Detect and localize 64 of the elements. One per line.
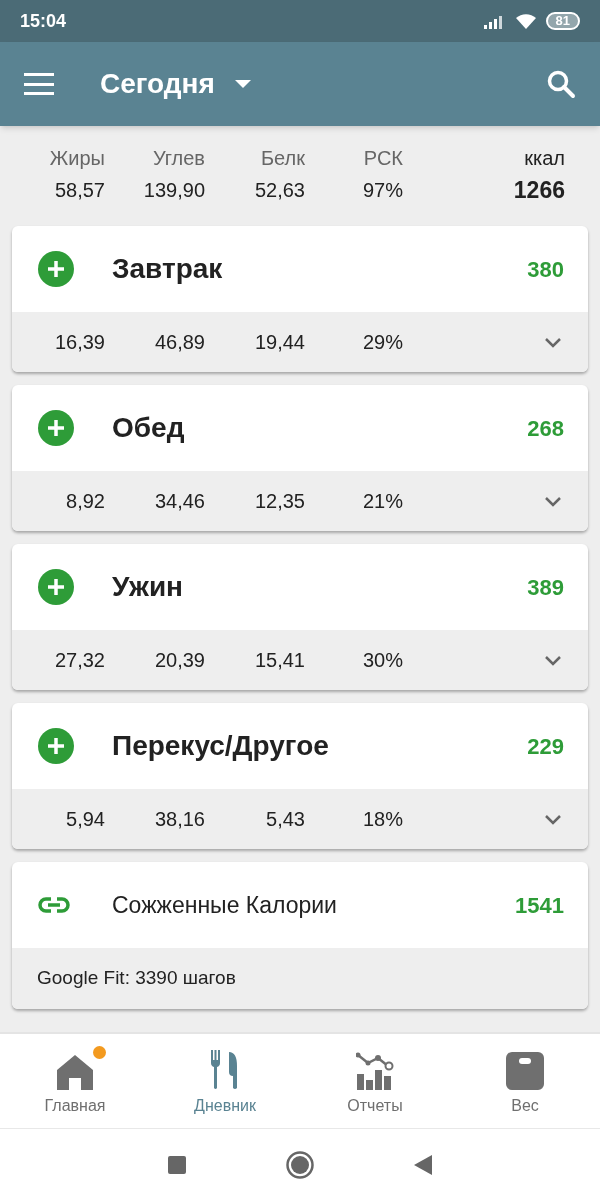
meal-calories: 268 (527, 414, 564, 443)
meal-name: Перекус/Другое (112, 729, 329, 763)
nav-tab[interactable]: Главная (0, 1034, 150, 1128)
macro-label: Жиры (49, 146, 105, 171)
macro-value: 5,43 (266, 807, 305, 832)
macro-label: Углев (152, 146, 205, 171)
nav-tab[interactable]: Отчеты (300, 1034, 450, 1128)
macro-value: 97% (362, 178, 403, 203)
macro-value: 19,44 (254, 330, 305, 355)
macro-value: 30% (362, 648, 403, 673)
macro-value: 12,35 (254, 489, 305, 514)
meal-calories: 380 (527, 255, 564, 284)
chevron-down-icon[interactable] (544, 654, 562, 666)
nav-tab[interactable]: Вес (450, 1034, 600, 1128)
macro-label: РСК (363, 146, 403, 171)
macro-value: 34,46 (154, 489, 205, 514)
macro-value: 20,39 (154, 648, 205, 673)
macro-value: 58,57 (54, 178, 105, 203)
meal-name: Обед (112, 411, 185, 445)
macro-value: 139,90 (143, 178, 205, 203)
macro-value: 5,94 (66, 807, 105, 832)
menu-icon[interactable] (24, 73, 56, 95)
wifi-icon (513, 12, 538, 30)
macro-value: 16,39 (54, 330, 105, 355)
macro-label: Белк (261, 146, 305, 171)
home-button-icon[interactable] (286, 1150, 314, 1179)
home-icon (56, 1054, 94, 1090)
battery-indicator: 81 (545, 12, 580, 30)
add-icon[interactable] (38, 728, 74, 764)
steps-text: Google Fit: 3390 шагов (37, 966, 236, 991)
meal-calories: 229 (527, 732, 564, 761)
burned-calories: 1541 (515, 891, 564, 920)
macro-value: 18% (362, 807, 403, 832)
nav-tab[interactable]: Дневник (150, 1034, 300, 1128)
macro-value: 8,92 (66, 489, 105, 514)
status-time: 15:04 (20, 9, 67, 33)
macro-value: 46,89 (154, 330, 205, 355)
add-icon[interactable] (38, 410, 74, 446)
search-icon[interactable] (546, 69, 576, 99)
add-icon[interactable] (38, 569, 74, 605)
meal-calories: 389 (527, 573, 564, 602)
macro-value: 52,63 (254, 178, 305, 203)
burned-label: Сожженные Калории (112, 890, 337, 920)
macro-value: 27,32 (54, 648, 105, 673)
chart-icon (356, 1052, 394, 1090)
kcal-label: ккал (524, 146, 565, 171)
chevron-down-icon[interactable] (544, 336, 562, 348)
kcal-value: 1266 (513, 176, 565, 205)
back-icon[interactable] (414, 1154, 432, 1175)
chevron-down-icon[interactable] (544, 813, 562, 825)
scale-icon (506, 1052, 544, 1090)
link-icon (38, 897, 70, 913)
meal-name: Завтрак (112, 252, 223, 286)
recents-icon[interactable] (168, 1155, 186, 1174)
macro-value: 29% (362, 330, 403, 355)
chevron-down-icon[interactable] (544, 495, 562, 507)
date-dropdown[interactable]: Сегодня (100, 63, 215, 105)
caret-icon[interactable] (234, 80, 251, 88)
macro-value: 38,16 (154, 807, 205, 832)
macro-value: 21% (362, 489, 403, 514)
macro-value: 15,41 (254, 648, 305, 673)
add-icon[interactable] (38, 251, 74, 287)
meal-name: Ужин (112, 570, 184, 604)
fork-knife-icon (211, 1050, 239, 1090)
